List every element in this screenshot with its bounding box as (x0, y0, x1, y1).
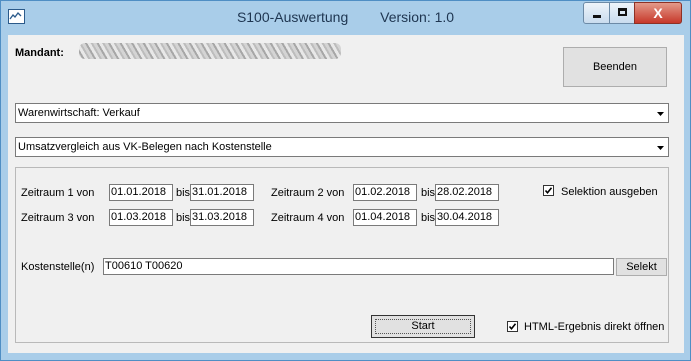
period-3-to-input[interactable]: 31.03.2018 (190, 209, 254, 226)
check-icon (508, 323, 517, 331)
title-bar[interactable]: S100-Auswertung Version: 1.0 X (1, 1, 690, 35)
mandant-name-redacted (79, 43, 341, 59)
kostenstelle-label: Kostenstelle(n) (21, 261, 95, 273)
period-2-to-input[interactable]: 28.02.2018 (435, 184, 499, 201)
period-1-label: Zeitraum 1 von (21, 187, 95, 199)
selection-output-checkbox[interactable] (543, 185, 554, 196)
close-icon: X (653, 5, 663, 21)
maximize-icon (618, 8, 627, 16)
start-button[interactable]: Start (371, 315, 475, 338)
period-1-from-input[interactable]: 01.01.2018 (109, 184, 173, 201)
period-4-from-input[interactable]: 01.04.2018 (353, 209, 417, 226)
mandant-label: Mandant: (15, 47, 64, 59)
minimize-icon (593, 15, 601, 18)
minimize-button[interactable] (583, 2, 610, 24)
period-1-bis-label: bis (176, 187, 191, 199)
app-window: S100-Auswertung Version: 1.0 X Mandant: … (0, 0, 691, 361)
app-title: S100-Auswertung (236, 9, 349, 25)
chevron-down-icon[interactable] (652, 138, 668, 156)
selekt-button[interactable]: Selekt (616, 258, 667, 276)
app-version: Version: 1.0 (380, 9, 455, 25)
html-open-checkbox[interactable] (507, 321, 518, 332)
close-button[interactable]: X (634, 2, 682, 24)
period-3-bis-label: bis (176, 212, 191, 224)
kostenstelle-input[interactable]: T00610 T00620 (103, 258, 614, 275)
beenden-button[interactable]: Beenden (563, 47, 667, 87)
html-open-label: HTML-Ergebnis direkt öffnen (524, 321, 665, 333)
period-1-to-input[interactable]: 31.01.2018 (190, 184, 254, 201)
period-2-label: Zeitraum 2 von (271, 187, 345, 199)
chevron-down-icon[interactable] (652, 104, 668, 122)
check-icon (544, 187, 553, 195)
period-4-to-input[interactable]: 30.04.2018 (435, 209, 499, 226)
period-4-bis-label: bis (421, 212, 436, 224)
report-dropdown[interactable]: Umsatzvergleich aus VK-Belegen nach Kost… (15, 137, 669, 157)
period-3-label: Zeitraum 3 von (21, 212, 95, 224)
module-dropdown[interactable]: Warenwirtschaft: Verkauf (15, 103, 669, 123)
module-dropdown-value: Warenwirtschaft: Verkauf (18, 107, 140, 119)
client-area: Mandant: Beenden Warenwirtschaft: Verkau… (8, 35, 684, 353)
maximize-button[interactable] (609, 2, 635, 24)
period-3-from-input[interactable]: 01.03.2018 (109, 209, 173, 226)
report-dropdown-value: Umsatzvergleich aus VK-Belegen nach Kost… (18, 141, 272, 153)
selection-output-label: Selektion ausgeben (561, 186, 658, 198)
period-2-bis-label: bis (421, 187, 436, 199)
period-2-from-input[interactable]: 01.02.2018 (353, 184, 417, 201)
period-4-label: Zeitraum 4 von (271, 212, 345, 224)
